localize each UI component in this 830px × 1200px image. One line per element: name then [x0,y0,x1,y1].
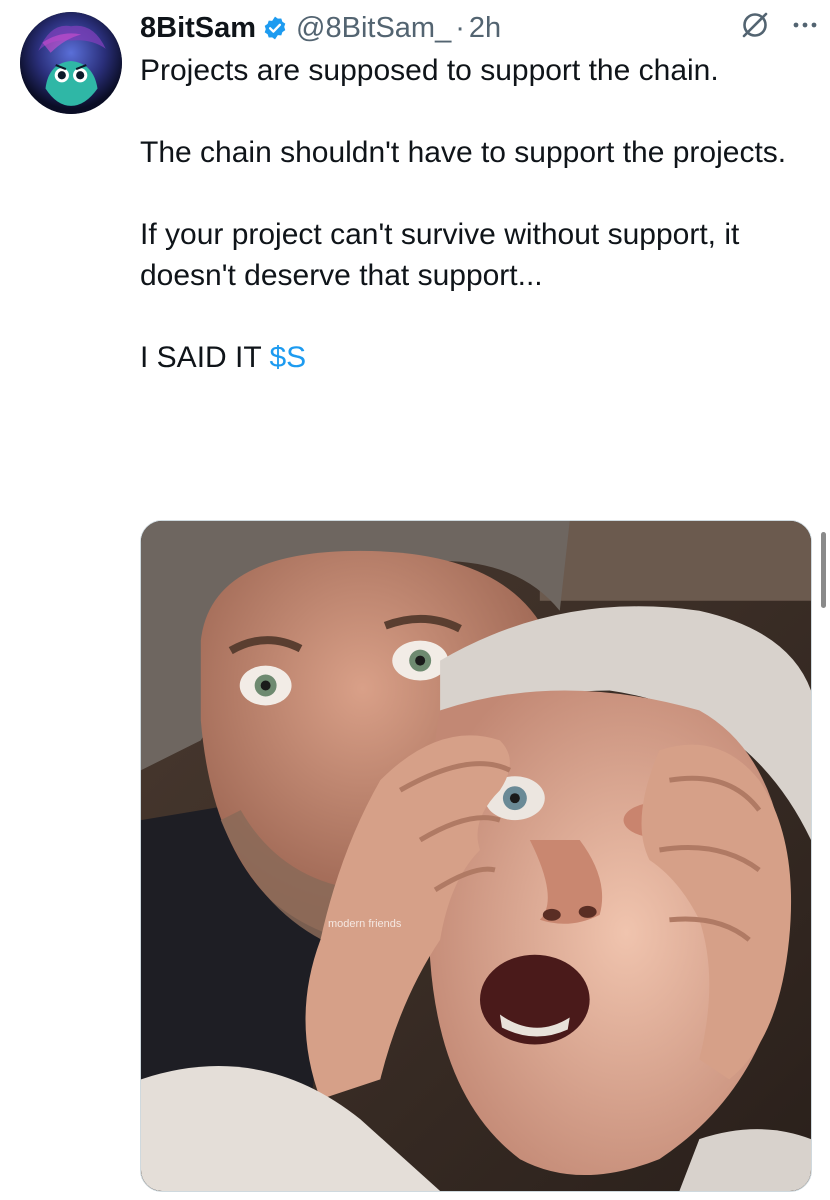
scrollbar[interactable] [821,532,826,608]
avatar[interactable] [20,12,122,114]
header-actions [738,8,820,42]
more-options-icon[interactable] [790,10,820,40]
tweet-paragraph-last: I SAID IT $S [140,337,810,378]
tweet-paragraph: The chain shouldn't have to support the … [140,136,787,169]
verified-badge-icon [264,16,286,40]
author-handle[interactable]: @8BitSam_ [296,12,451,45]
tweet-paragraph: If your project can't survive without su… [140,218,740,292]
tweet[interactable]: 8BitSam @8BitSam_ · 2h Projects are supp… [0,0,830,1200]
tweet-media-image[interactable] [140,520,812,1192]
tweet-text: Projects are supposed to support the cha… [140,50,810,378]
grok-icon[interactable] [738,8,772,42]
separator-dot: · [455,11,465,44]
author-name[interactable]: 8BitSam [140,12,256,45]
timestamp[interactable]: 2h [469,12,501,45]
tweet-header: 8BitSam @8BitSam_ · 2h [140,6,501,50]
media-watermark: modern friends [328,918,402,930]
tweet-text-fragment: I SAID IT [140,341,270,374]
cashtag-link[interactable]: $S [269,341,306,374]
tweet-paragraph: Projects are supposed to support the cha… [140,54,719,87]
